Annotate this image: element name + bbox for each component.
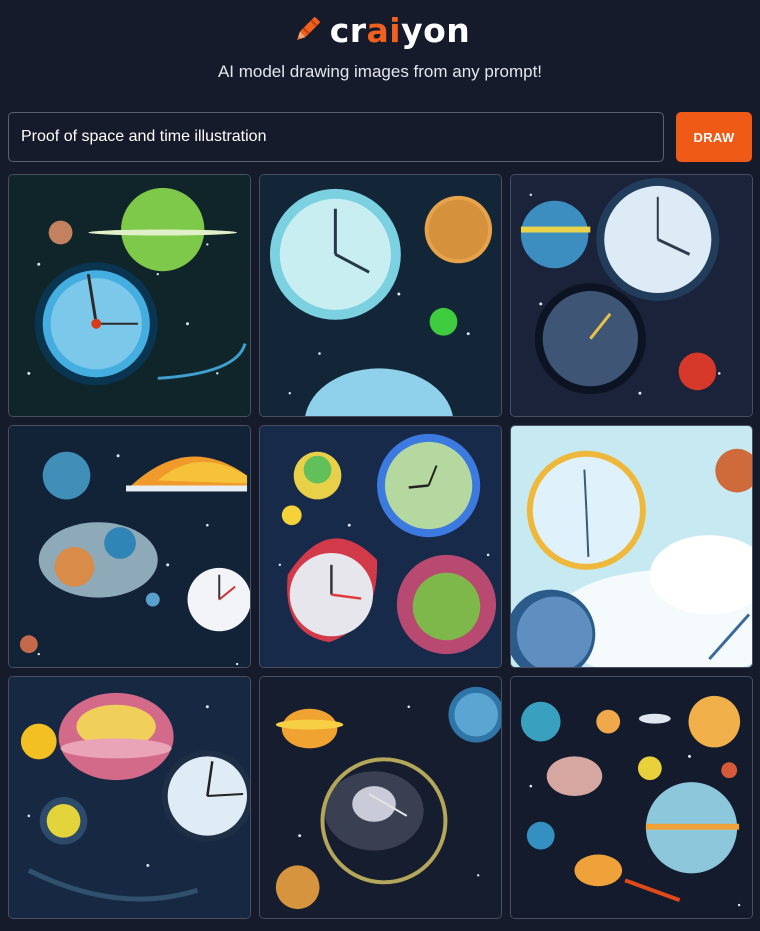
generated-image xyxy=(9,175,250,416)
crayon-icon xyxy=(296,17,320,40)
prompt-row: Proof of space and time illustration DRA… xyxy=(8,112,752,162)
results-grid xyxy=(8,174,753,919)
brand-name: craiyon xyxy=(329,10,471,50)
result-image-1[interactable] xyxy=(8,174,251,417)
header: craiyon AI model drawing images from any… xyxy=(0,0,760,110)
generated-image xyxy=(260,175,501,416)
result-image-2[interactable] xyxy=(259,174,502,417)
generated-image xyxy=(511,426,752,667)
prompt-input[interactable]: Proof of space and time illustration xyxy=(8,112,664,162)
result-image-8[interactable] xyxy=(259,676,502,919)
result-image-9[interactable] xyxy=(510,676,753,919)
result-image-5[interactable] xyxy=(259,425,502,668)
generated-image xyxy=(9,426,250,667)
result-image-6[interactable] xyxy=(510,425,753,668)
tagline: AI model drawing images from any prompt! xyxy=(217,62,543,81)
generated-image xyxy=(511,175,752,416)
generated-image xyxy=(260,426,501,667)
generated-image xyxy=(511,677,752,918)
result-image-7[interactable] xyxy=(8,676,251,919)
logo[interactable]: craiyon xyxy=(290,8,471,52)
result-image-3[interactable] xyxy=(510,174,753,417)
generated-image xyxy=(9,677,250,918)
prompt-text: Proof of space and time illustration xyxy=(21,128,267,145)
draw-button[interactable]: DRAW xyxy=(676,112,752,162)
generated-image xyxy=(260,677,501,918)
result-image-4[interactable] xyxy=(8,425,251,668)
